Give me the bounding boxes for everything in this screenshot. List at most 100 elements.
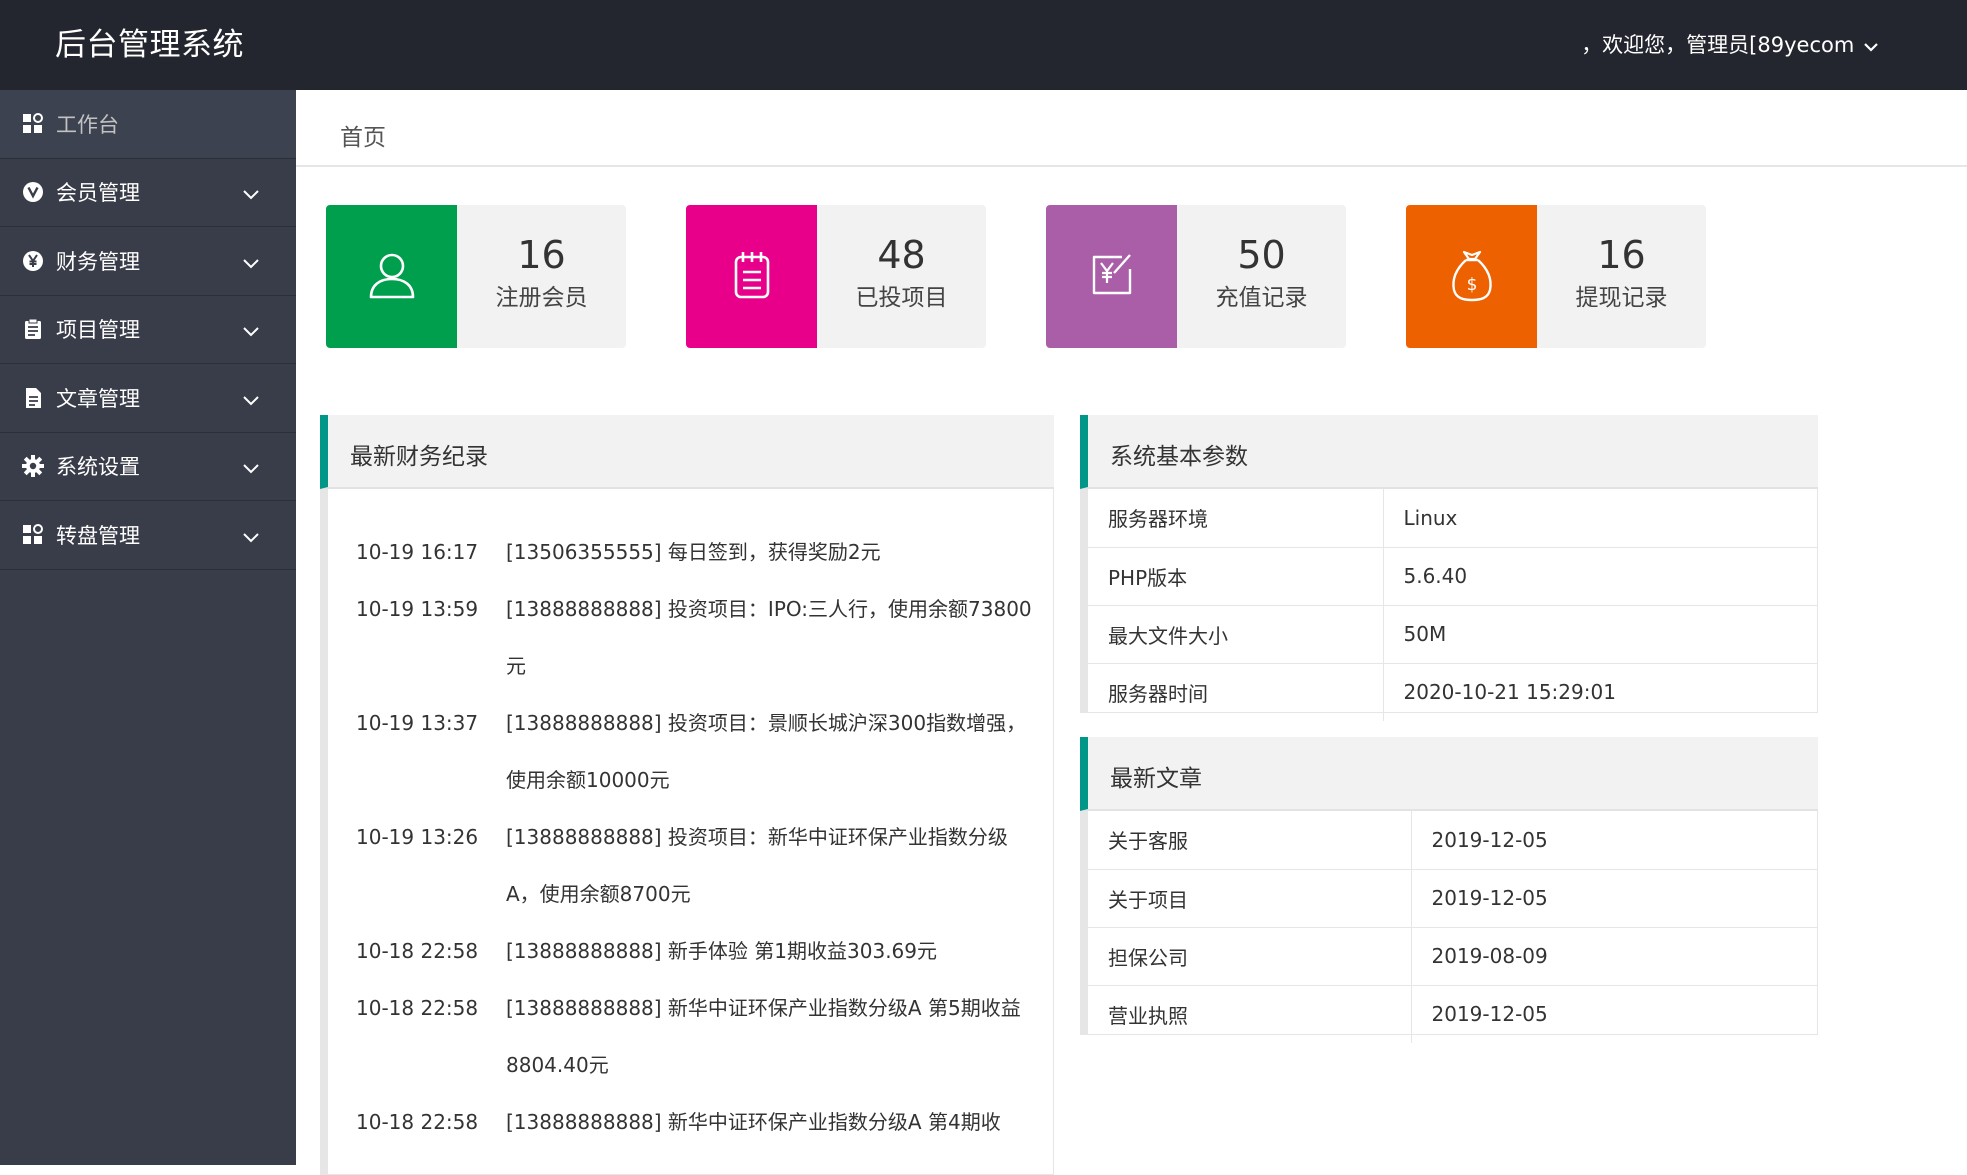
table-row: 最大文件大小 50M [1088, 605, 1817, 664]
system-params-table: 服务器环境 Linux PHP版本 5.6.40 最大文件大小 50M 服务器时… [1088, 489, 1817, 721]
welcome-text: ，欢迎您，管理员[89yecom [1581, 33, 1855, 57]
notepad-icon [727, 247, 777, 307]
table-row[interactable]: 关于项目 2019-12-05 [1088, 869, 1817, 928]
param-key: 服务器时间 [1088, 663, 1384, 721]
article-title[interactable]: 担保公司 [1088, 927, 1412, 986]
param-key: PHP版本 [1088, 547, 1384, 606]
table-row[interactable]: 担保公司 2019-08-09 [1088, 927, 1817, 986]
yen-edit-icon [1084, 247, 1140, 307]
article-date: 2019-12-05 [1431, 1002, 1548, 1027]
record-text: [13888888888] 投资项目：景顺长城沪深300指数增强，使用余额100… [506, 711, 1027, 792]
sidebar-item-label: 会员管理 [56, 181, 140, 206]
system-params-panel: 系统基本参数 服务器环境 Linux PHP版本 5.6.40 最大文件大小 5… [1080, 415, 1818, 721]
stat-label: 已投项目 [855, 285, 948, 311]
table-row: PHP版本 5.6.40 [1088, 547, 1817, 606]
stat-icon-box [326, 205, 457, 348]
stat-label: 提现记录 [1575, 285, 1668, 311]
sidebar: 工作台 会员管理 财务管理 项目管理 文章管理 系统设置 转盘管理 [0, 90, 296, 1165]
top-header: 后台管理系统 ，欢迎您，管理员[89yecom [0, 0, 1967, 90]
list-item: 10-18 22:58 [13888888888] 新华中证环保产业指数分级A … [356, 1094, 1056, 1151]
table-row: 服务器时间 2020-10-21 15:29:01 [1088, 663, 1817, 721]
sidebar-item-settings[interactable]: 系统设置 [0, 433, 296, 501]
sidebar-item-label: 工作台 [56, 112, 119, 137]
list-item: 10-19 13:59 [13888888888] 投资项目：IPO:三人行，使… [356, 581, 1056, 695]
record-time: 10-19 13:26 [356, 825, 479, 849]
user-icon [364, 247, 420, 307]
article-title[interactable]: 营业执照 [1088, 985, 1412, 1043]
stat-card-investments[interactable]: 48 已投项目 [686, 205, 986, 348]
breadcrumb: 首页 [296, 90, 1967, 167]
panel-title: 最新财务纪录 [350, 444, 488, 470]
articles-table: 关于客服 2019-12-05 关于项目 2019-12-05 担保公司 201… [1088, 811, 1817, 1043]
stat-icon-box [686, 205, 817, 348]
sidebar-item-label: 转盘管理 [56, 523, 140, 548]
sidebar-item-members[interactable]: 会员管理 [0, 159, 296, 227]
grid-icon [22, 112, 44, 135]
chevron-down-icon [242, 458, 260, 482]
grid-icon [22, 523, 44, 546]
panel-header: 最新文章 [1080, 737, 1818, 811]
list-item: 10-19 13:26 [13888888888] 投资项目：新华中证环保产业指… [356, 809, 1056, 923]
article-date: 2019-12-05 [1411, 811, 1817, 870]
record-time: 10-18 22:58 [356, 1110, 479, 1134]
stat-card-members[interactable]: 16 注册会员 [326, 205, 626, 348]
table-row[interactable]: 营业执照 2019-12-05 [1088, 985, 1817, 1043]
record-text: [13888888888] 投资项目：新华中证环保产业指数分级A，使用余额870… [506, 825, 1008, 906]
sidebar-item-label: 财务管理 [56, 249, 140, 274]
table-row[interactable]: 关于客服 2019-12-05 [1088, 811, 1817, 870]
sidebar-item-articles[interactable]: 文章管理 [0, 364, 296, 433]
document-icon [22, 387, 44, 409]
chevron-down-icon [242, 184, 260, 208]
sidebar-item-label: 项目管理 [56, 318, 140, 343]
panel-header: 最新财务纪录 [320, 415, 1054, 489]
sidebar-item-label: 文章管理 [56, 386, 140, 411]
v-circle-icon [22, 181, 44, 203]
record-text: [13506355555] 每日签到，获得奖励2元 [506, 540, 881, 564]
stat-value: 50 [1237, 233, 1286, 277]
table-row: 服务器环境 Linux [1088, 489, 1817, 548]
chevron-down-icon [242, 321, 260, 345]
panel-title: 系统基本参数 [1110, 444, 1248, 470]
panel-header: 系统基本参数 [1080, 415, 1818, 489]
user-menu[interactable]: ，欢迎您，管理员[89yecom [1581, 0, 1879, 90]
record-text: [13888888888] 新华中证环保产业指数分级A 第5期收益8804.40… [506, 996, 1021, 1077]
article-title[interactable]: 关于客服 [1088, 811, 1412, 870]
param-key: 最大文件大小 [1088, 605, 1384, 664]
list-item: 10-18 22:58 [13888888888] 新华中证环保产业指数分级A … [356, 980, 1056, 1094]
chevron-down-icon [242, 253, 260, 277]
panel-title: 最新文章 [1110, 766, 1202, 792]
clipboard-icon [22, 318, 44, 340]
sidebar-item-projects[interactable]: 项目管理 [0, 296, 296, 364]
param-value: Linux [1383, 489, 1817, 548]
stat-icon-box: $ [1406, 205, 1537, 348]
record-text: [13888888888] 投资项目：IPO:三人行，使用余额73800元 [506, 597, 1032, 678]
sidebar-item-wheel[interactable]: 转盘管理 [0, 501, 296, 570]
finance-list: 10-19 16:17 [13506355555] 每日签到，获得奖励2元 10… [356, 524, 1056, 1151]
stat-label: 充值记录 [1215, 285, 1308, 311]
article-date: 2019-08-09 [1411, 927, 1817, 986]
stat-value: 16 [517, 233, 566, 277]
param-value: 5.6.40 [1383, 547, 1817, 606]
list-item: 10-18 22:58 [13888888888] 新手体验 第1期收益303.… [356, 923, 1056, 980]
record-time: 10-19 13:37 [356, 711, 479, 735]
finance-panel: 最新财务纪录 10-19 16:17 [13506355555] 每日签到，获得… [320, 415, 1054, 1175]
param-value: 50M [1383, 605, 1817, 664]
record-text: [13888888888] 新手体验 第1期收益303.69元 [506, 939, 937, 963]
stat-value: 48 [877, 233, 926, 277]
latest-articles-panel: 最新文章 关于客服 2019-12-05 关于项目 2019-12-05 担保公… [1080, 737, 1818, 1043]
main-content: 首页 16 注册会员 48 已投项目 50 充值记录 $ 16 提现记录 最新财… [296, 90, 1967, 1175]
stat-card-withdrawals[interactable]: $ 16 提现记录 [1406, 205, 1706, 348]
article-date: 2019-12-05 [1411, 869, 1817, 928]
app-title: 后台管理系统 [55, 27, 244, 63]
sidebar-item-workbench[interactable]: 工作台 [0, 90, 296, 159]
param-key: 服务器环境 [1088, 489, 1384, 548]
article-title[interactable]: 关于项目 [1088, 869, 1412, 928]
stat-icon-box [1046, 205, 1177, 348]
breadcrumb-home[interactable]: 首页 [340, 118, 386, 152]
stat-card-recharges[interactable]: 50 充值记录 [1046, 205, 1346, 348]
chevron-down-icon [242, 390, 260, 414]
list-item: 10-19 13:37 [13888888888] 投资项目：景顺长城沪深300… [356, 695, 1056, 809]
gear-icon [22, 455, 44, 478]
sidebar-item-finance[interactable]: 财务管理 [0, 227, 296, 296]
param-value: 2020-10-21 15:29:01 [1403, 680, 1616, 705]
